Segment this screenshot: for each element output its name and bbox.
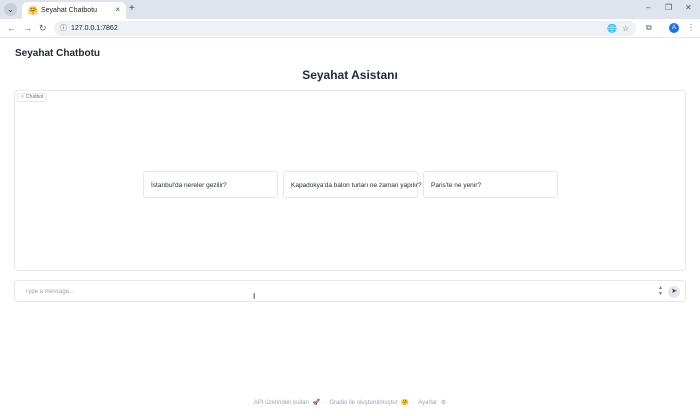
footer-separator: · — [323, 400, 326, 406]
send-button[interactable]: ➤ — [668, 286, 680, 298]
app-title: Seyahat Chatbotu — [15, 48, 101, 59]
settings-link[interactable]: Ayarlar — [418, 400, 437, 406]
browser-menu-icon[interactable]: ⋮ — [687, 23, 695, 33]
tab-title: Seyahat Chatbotu — [41, 7, 98, 14]
new-tab-icon[interactable]: + — [129, 3, 135, 15]
chevron-down-icon: ⌄ — [7, 5, 14, 14]
stepper-down-icon[interactable]: ▼ — [658, 291, 663, 297]
minimize-icon[interactable]: – — [646, 3, 650, 13]
site-info-icon[interactable]: ⓘ — [60, 24, 67, 33]
url-text[interactable]: 127.0.0.1:7862 — [71, 24, 118, 33]
translate-icon[interactable]: 🌐 — [607, 24, 617, 33]
rocket-icon: 🚀 — [312, 400, 320, 406]
message-box: ▲ ▼ ➤ — [14, 280, 686, 302]
browser-tab[interactable]: 🤗 Seyahat Chatbotu × — [22, 2, 126, 19]
line-stepper[interactable]: ▲ ▼ — [658, 285, 663, 297]
send-icon: ➤ — [671, 288, 677, 295]
forward-icon[interactable]: → — [23, 23, 32, 33]
gradio-logo-icon: 🤗 — [401, 400, 409, 406]
back-icon[interactable]: ← — [7, 23, 16, 33]
chatbot-label-text: Chatbot — [25, 94, 44, 100]
page-heading: Seyahat Asistanı — [302, 68, 398, 82]
example-prompt-istanbul[interactable]: İstanbul'da nereler gezilir? — [143, 171, 278, 198]
example-prompt-kapadokya[interactable]: Kapadokya'da balon turları ne zaman yapı… — [283, 171, 422, 198]
window-close-icon[interactable]: ✕ — [685, 3, 692, 13]
footer: API üzerinden kullan 🚀 · Gradio ile oluş… — [0, 399, 700, 407]
profile-initial: A — [671, 25, 676, 31]
tab-close-icon[interactable]: × — [115, 5, 120, 15]
use-via-api-link[interactable]: API üzerinden kullan — [254, 400, 309, 406]
tab-list-button[interactable]: ⌄ — [4, 3, 17, 16]
example-prompts: İstanbul'da nereler gezilir? Kapadokya'd… — [143, 171, 559, 198]
text-cursor-icon: I — [253, 292, 256, 301]
restore-icon[interactable]: ❐ — [665, 3, 672, 13]
footer-separator: · — [412, 400, 415, 406]
profile-avatar[interactable]: A — [669, 23, 679, 33]
bookmark-star-icon[interactable]: ☆ — [622, 24, 629, 33]
example-prompt-paris[interactable]: Paris'te ne yenir? — [423, 171, 558, 198]
built-with-gradio-link[interactable]: Gradio ile oluşturulmuştur — [329, 400, 397, 406]
chat-icon: ≡ — [21, 94, 24, 100]
gear-icon: ⚙ — [440, 400, 447, 406]
hugging-face-favicon-icon: 🤗 — [28, 6, 38, 15]
message-input[interactable] — [25, 286, 625, 297]
extensions-icon[interactable]: ⧉ — [646, 23, 652, 33]
chatbot-panel: ≡ Chatbot İstanbul'da nereler gezilir? Ka… — [14, 90, 686, 271]
address-bar[interactable]: ⓘ 127.0.0.1:7862 🌐 ☆ — [54, 21, 636, 36]
browser-titlebar: ⌄ 🤗 Seyahat Chatbotu × + – ❐ ✕ — [0, 0, 700, 19]
chatbot-label: ≡ Chatbot — [17, 93, 48, 102]
reload-icon[interactable]: ↻ — [39, 23, 47, 33]
browser-toolbar: ← → ↻ ⓘ 127.0.0.1:7862 🌐 ☆ ⧉ A ⋮ — [0, 19, 700, 38]
